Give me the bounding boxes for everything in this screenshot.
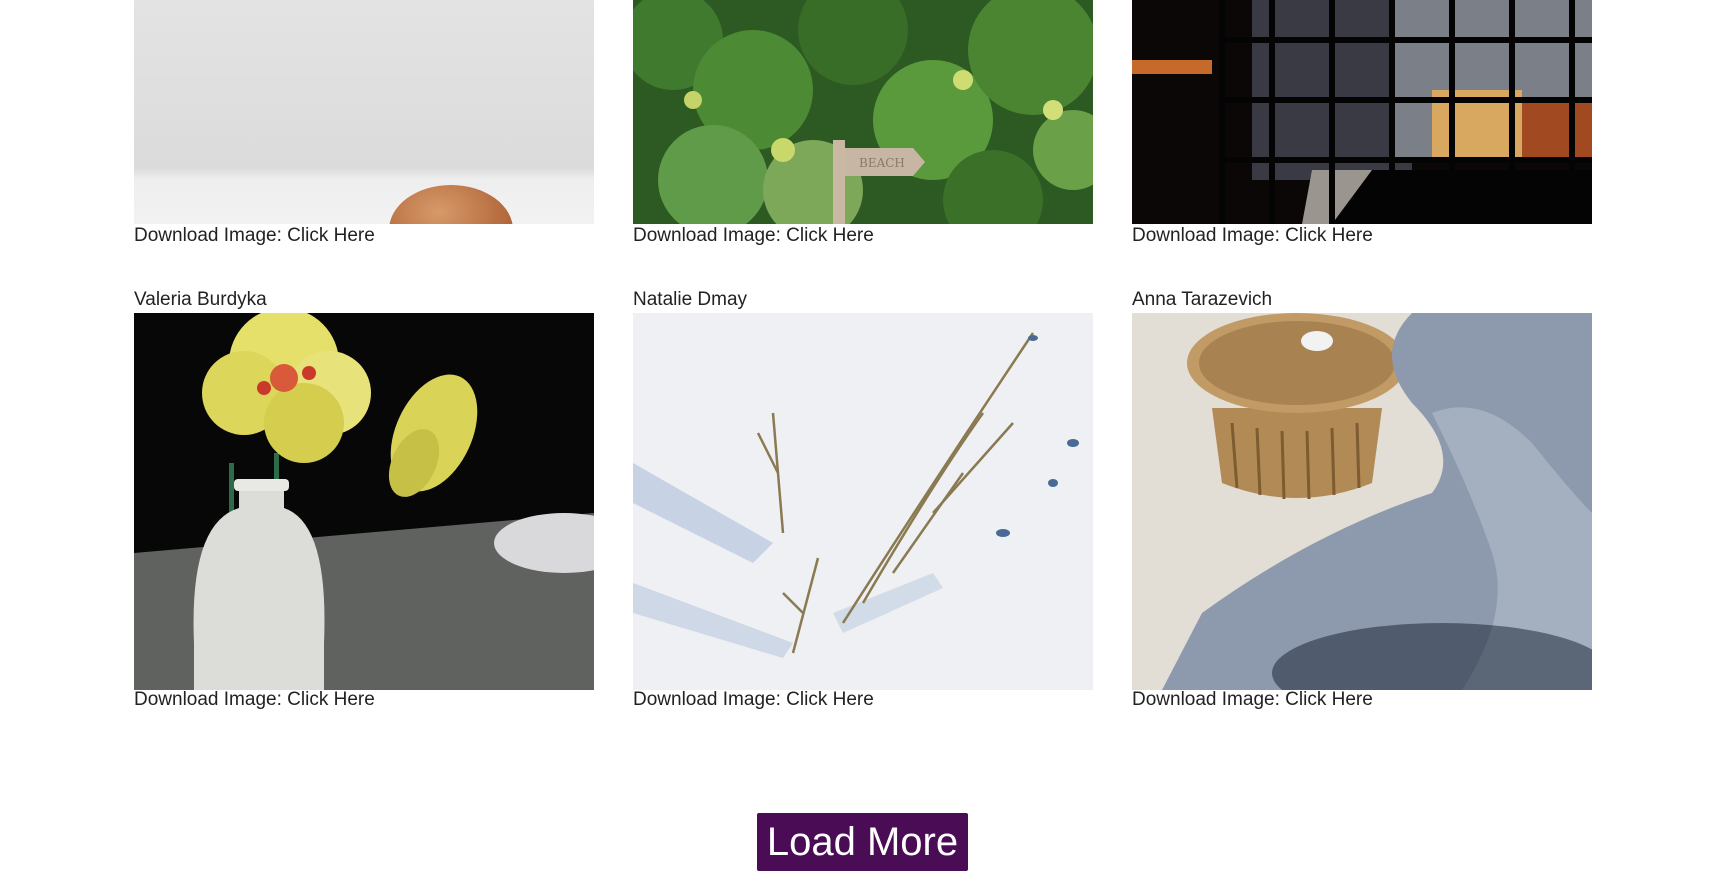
dark-window-grid-photo[interactable] [1132,0,1592,224]
twigs-in-snow-photo[interactable] [633,313,1093,690]
download-prefix: Download Image: [1132,225,1280,246]
download-prefix: Download Image: [134,689,282,710]
download-link[interactable]: Click Here [287,225,375,246]
gallery-card: Download Image: Click Here [134,0,594,250]
yellow-flowers-vase-photo[interactable] [134,313,594,690]
download-link[interactable]: Click Here [287,689,375,710]
download-prefix: Download Image: [633,225,781,246]
author-name: Valeria Burdyka [134,289,267,310]
egg-on-white-photo[interactable] [134,0,594,224]
gallery-card: Anna Tarazevich Download Image: Click He… [1132,289,1592,714]
rattan-table-cushion-photo[interactable] [1132,313,1592,690]
gallery-card: Natalie Dmay Download Image: Click Here [633,289,1093,714]
gallery-card: Valeria Burdyka Download Image: Click He… [134,289,594,714]
download-line: Download Image: Click Here [633,689,874,711]
author-name: Natalie Dmay [633,289,748,310]
gallery-card: Download Image: Click Here [1132,0,1592,250]
download-line: Download Image: Click Here [134,225,375,247]
gallery-page: Download Image: Click Here BEACH Downloa… [0,0,1722,876]
download-link[interactable]: Click Here [786,225,874,246]
download-prefix: Download Image: [134,225,282,246]
download-line: Download Image: Click Here [1132,225,1373,247]
download-link[interactable]: Click Here [786,689,874,710]
download-prefix: Download Image: [1132,689,1280,710]
download-line: Download Image: Click Here [134,689,375,711]
download-line: Download Image: Click Here [633,225,874,247]
load-more-button[interactable]: Load More [757,813,968,871]
author-name: Anna Tarazevich [1132,289,1273,310]
download-link[interactable]: Click Here [1285,225,1373,246]
download-prefix: Download Image: [633,689,781,710]
download-link[interactable]: Click Here [1285,689,1373,710]
gallery-card: BEACH Download Image: Click Here [633,0,1093,250]
svg-text:BEACH: BEACH [859,156,905,170]
bush-beach-sign-photo[interactable]: BEACH [633,0,1093,224]
download-line: Download Image: Click Here [1132,689,1373,711]
